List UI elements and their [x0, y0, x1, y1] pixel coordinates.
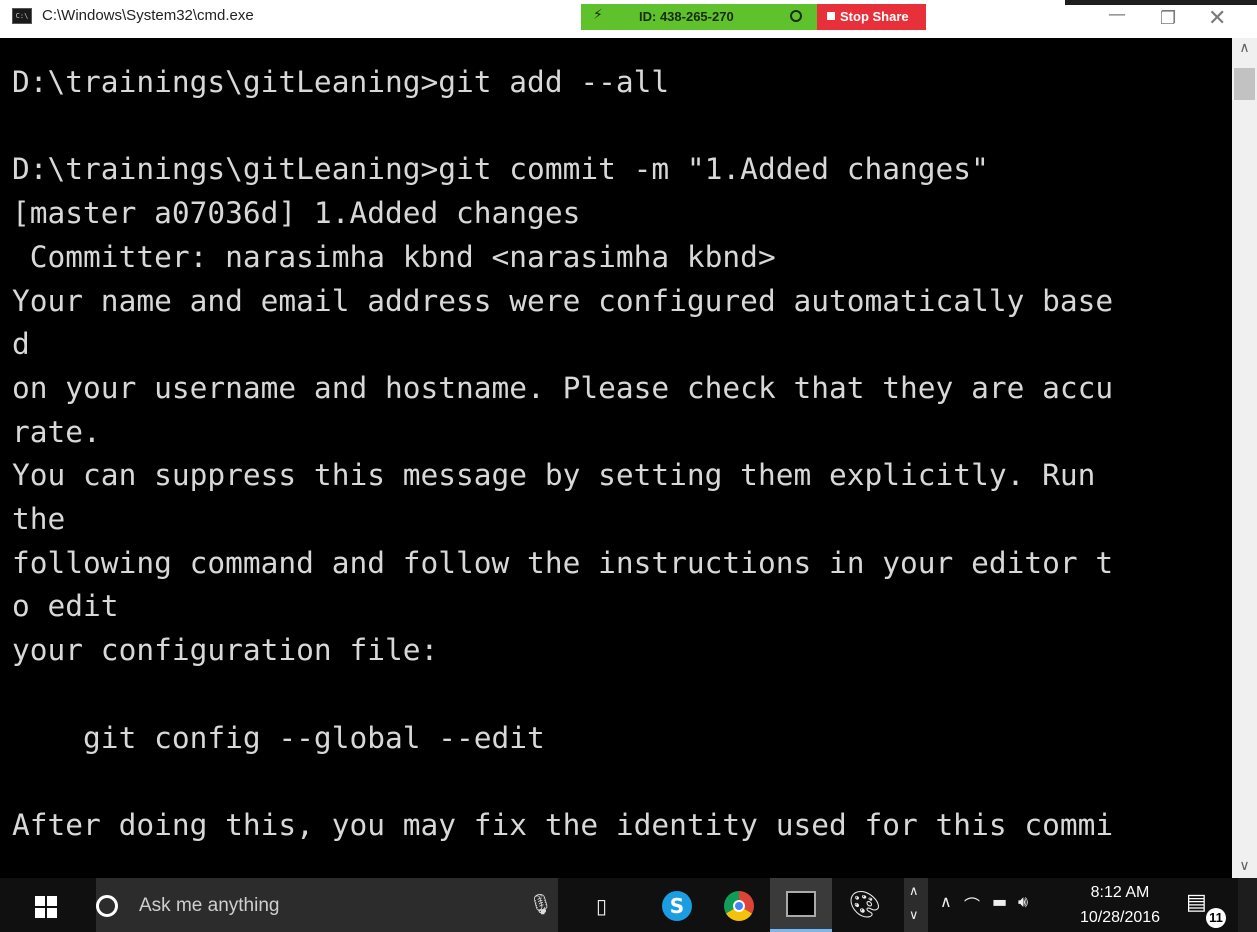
title-bar[interactable]: C:\ C:\Windows\System32\cmd.exe ⚡︎ ID: 4…: [0, 0, 1257, 38]
console-line: You can suppress this message by setting…: [12, 458, 1096, 493]
console-line: D:\trainings\gitLeaning>git commit -m "1…: [12, 152, 989, 187]
cmd-window: C:\ C:\Windows\System32\cmd.exe ⚡︎ ID: 4…: [0, 0, 1257, 878]
command-prompt-taskbar-button[interactable]: [770, 878, 832, 932]
scroll-up-arrow-icon[interactable]: ∧: [1232, 40, 1257, 56]
clock-date: 10/28/2016: [1079, 909, 1161, 926]
console-output[interactable]: D:\trainings\gitLeaning>git add --all D:…: [0, 38, 1232, 878]
notification-count-badge: 11: [1206, 908, 1226, 928]
console-line: following command and follow the instruc…: [12, 545, 1114, 580]
scrollbar-thumb[interactable]: [1234, 68, 1255, 100]
show-desktop-button[interactable]: [1238, 878, 1257, 932]
console-line: o edit: [12, 589, 119, 624]
windows-logo-icon: [35, 896, 57, 918]
taskbar-overflow-chevron[interactable]: ∧ ∨: [904, 878, 928, 932]
task-view-icon[interactable]: ▯: [596, 894, 607, 918]
console-line: your configuration file:: [12, 633, 439, 668]
chevron-down-icon: ∨: [909, 908, 919, 923]
title-accent-strip: [1065, 0, 1257, 5]
session-id: ID: 438-265-270: [639, 9, 734, 24]
skype-icon[interactable]: S: [662, 891, 692, 921]
cmd-app-icon[interactable]: C:\: [12, 8, 32, 24]
screen-share-bar: ⚡︎ ID: 438-265-270 Stop Share: [581, 4, 926, 30]
status-circle-icon[interactable]: [790, 10, 802, 22]
vertical-scrollbar[interactable]: ∧ ∨: [1232, 38, 1257, 878]
cortana-icon: [96, 895, 118, 917]
action-center-icon[interactable]: ▤: [1186, 890, 1207, 915]
console-line: rate.: [12, 414, 101, 449]
command-prompt-icon: [786, 891, 816, 917]
console-line: d: [12, 327, 30, 362]
console-line: [master a07036d] 1.Added changes: [12, 196, 581, 231]
window-title: C:\Windows\System32\cmd.exe: [42, 7, 254, 24]
clock-time: 8:12 AM: [1090, 884, 1150, 901]
console-line: D:\trainings\gitLeaning>git add --all: [12, 65, 670, 99]
stop-square-icon: [827, 12, 835, 20]
search-placeholder: Ask me anything: [139, 895, 280, 916]
share-session-panel[interactable]: ⚡︎ ID: 438-265-270: [581, 4, 817, 30]
search-box[interactable]: Ask me anything 🎙︎: [96, 878, 558, 932]
system-clock[interactable]: 8:12 AM 10/28/2016: [1074, 882, 1166, 929]
chrome-icon[interactable]: [724, 891, 754, 921]
stop-share-label: Stop Share: [840, 9, 909, 24]
start-button[interactable]: [0, 878, 96, 932]
paint-icon[interactable]: 🎨︎: [848, 890, 881, 920]
console-line: Committer: narasimha kbnd <narasimha kbn…: [12, 239, 776, 274]
taskbar: Ask me anything 🎙︎ ▯ S 🎨︎ ∧ ∨ ∧ ⌒ ▬ 🔊︎ 8…: [0, 878, 1257, 932]
scroll-down-arrow-icon[interactable]: ∨: [1232, 858, 1257, 874]
battery-icon[interactable]: ▬: [992, 892, 1007, 911]
console-line: Your name and email address were configu…: [12, 283, 1114, 318]
close-button[interactable]: ✕: [1208, 6, 1226, 31]
restore-button[interactable]: ❐: [1160, 8, 1176, 29]
stop-share-button[interactable]: Stop Share: [817, 4, 926, 30]
console-text: D:\trainings\gitLeaning>git add --all D:…: [12, 61, 1113, 848]
wifi-icon[interactable]: ⌒: [964, 892, 980, 916]
minimize-button[interactable]: —: [1108, 4, 1126, 25]
volume-icon[interactable]: 🔊︎: [1018, 892, 1028, 912]
microphone-icon[interactable]: 🎙︎: [528, 892, 553, 916]
chevron-up-icon: ∧: [909, 884, 919, 899]
console-line: git config --global --edit: [12, 720, 545, 755]
bolt-icon: ⚡︎: [593, 7, 603, 23]
show-hidden-icons-icon[interactable]: ∧: [940, 892, 952, 911]
console-line: on your username and hostname. Please ch…: [12, 370, 1114, 405]
console-line: After doing this, you may fix the identi…: [12, 807, 1114, 842]
console-line: the: [12, 502, 66, 537]
